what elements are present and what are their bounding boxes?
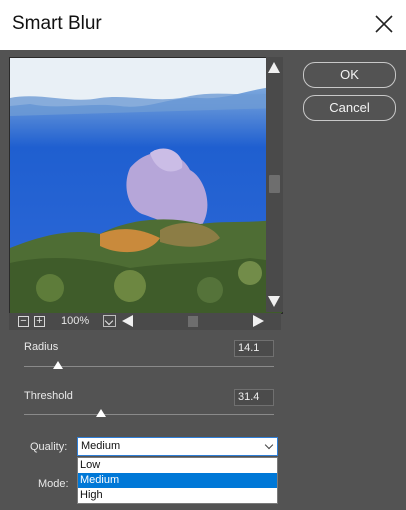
preview-nav-bar: − + 100% [9, 313, 281, 330]
quality-option-low[interactable]: Low [78, 458, 277, 473]
threshold-slider-handle[interactable] [96, 409, 106, 417]
radius-label: Radius [24, 341, 59, 353]
preview-image[interactable] [9, 57, 283, 314]
quality-option-medium[interactable]: Medium [78, 473, 277, 488]
quality-label: Quality: [30, 441, 68, 453]
mode-label: Mode: [38, 478, 69, 490]
scroll-thumb[interactable] [269, 175, 280, 193]
ok-button[interactable]: OK [303, 62, 396, 88]
chevron-down-icon[interactable] [103, 315, 116, 327]
radius-slider-handle[interactable] [53, 361, 63, 369]
horizontal-scroll-thumb[interactable] [188, 316, 198, 327]
threshold-label: Threshold [24, 390, 73, 402]
chevron-down-icon[interactable] [264, 440, 274, 450]
cancel-button[interactable]: Cancel [303, 95, 396, 121]
threshold-input[interactable]: 31.4 [234, 389, 274, 406]
close-icon[interactable] [372, 12, 396, 36]
dialog-title: Smart Blur [12, 13, 102, 34]
quality-selected-value: Medium [81, 440, 121, 452]
preview-vertical-scrollbar[interactable] [266, 57, 283, 312]
scroll-left-icon[interactable] [122, 315, 133, 327]
scroll-up-icon[interactable] [268, 62, 280, 73]
zoom-level: 100% [61, 315, 90, 327]
quality-dropdown-list: Low Medium High [77, 457, 278, 504]
scroll-down-icon[interactable] [268, 296, 280, 307]
zoom-in-icon[interactable]: + [34, 316, 45, 327]
quality-select[interactable]: Medium [77, 437, 278, 456]
title-bar: Smart Blur [0, 0, 406, 50]
quality-option-high[interactable]: High [78, 488, 277, 503]
radius-input[interactable]: 14.1 [234, 340, 274, 357]
threshold-slider-track[interactable] [24, 414, 274, 415]
scroll-right-icon[interactable] [253, 315, 264, 327]
zoom-out-icon[interactable]: − [18, 316, 29, 327]
